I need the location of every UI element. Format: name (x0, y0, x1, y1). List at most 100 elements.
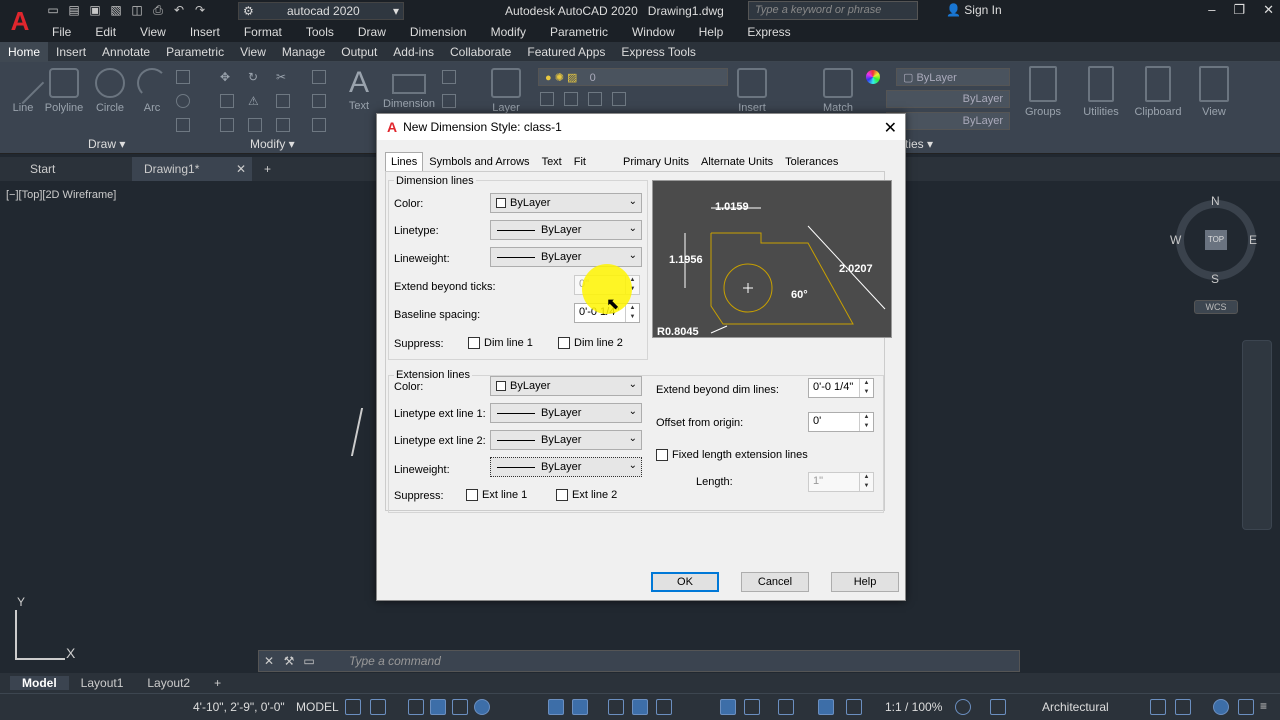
spinner-icon[interactable]: ▲ ▼ (859, 473, 873, 491)
groups-button[interactable]: Groups (1020, 66, 1066, 118)
minimize-icon[interactable]: – (1208, 2, 1215, 18)
menu-draw[interactable]: Draw (346, 25, 398, 39)
dim-line2-checkbox[interactable] (558, 337, 570, 349)
fillet-icon[interactable] (276, 94, 290, 108)
new-file-icon[interactable]: ▭ (46, 3, 60, 17)
annotation-visibility-icon[interactable] (818, 699, 834, 715)
close-tab-icon[interactable]: ✕ (236, 157, 246, 181)
infer-constraints-icon[interactable] (408, 699, 424, 715)
tab-fit[interactable]: Fit (568, 152, 617, 172)
tab-collaborate[interactable]: Collaborate (442, 42, 519, 62)
clean-screen-icon[interactable] (1238, 699, 1254, 715)
units-selector[interactable]: Architectural (1042, 700, 1109, 714)
arc-button[interactable]: Arc (136, 68, 168, 114)
command-input[interactable]: Type a command (349, 654, 441, 668)
menu-express[interactable]: Express (735, 25, 802, 39)
open-file-icon[interactable]: ▤ (67, 3, 81, 17)
extend-dim-input[interactable]: 0'-0 1/4" ▲ ▼ (808, 378, 874, 398)
close-command-icon[interactable]: ✕ (259, 654, 279, 668)
save-icon[interactable]: ▣ (88, 3, 102, 17)
close-icon[interactable]: ✕ (884, 118, 897, 138)
explode-icon[interactable] (312, 94, 326, 108)
command-history-icon[interactable]: ▭ (299, 654, 319, 668)
dim-color-dropdown[interactable]: ByLayer ⌄ (490, 193, 642, 213)
fixed-length-checkbox[interactable] (656, 449, 668, 461)
selection-filter-icon[interactable] (744, 699, 760, 715)
menu-modify[interactable]: Modify (479, 25, 538, 39)
menu-file[interactable]: File (40, 25, 83, 39)
ext-line1-checkbox[interactable] (466, 489, 478, 501)
tab-drawing1[interactable]: Drawing1* ✕ (132, 157, 252, 181)
ext-lt2-dropdown[interactable]: ByLayer ⌄ (490, 430, 642, 450)
transparency-icon[interactable] (632, 699, 648, 715)
color-dropdown[interactable]: ▢ ByLayer (896, 68, 1010, 86)
move-icon[interactable]: ✥ (220, 70, 234, 84)
ext-lineweight-dropdown[interactable]: ByLayer ⌄ (490, 457, 642, 477)
compass-east[interactable]: E (1249, 233, 1257, 247)
customize-status-icon[interactable]: ≡ (1260, 699, 1276, 715)
layer-isolate-icon[interactable] (612, 92, 626, 106)
viewcube[interactable]: TOP (1176, 200, 1256, 280)
rectangle-icon[interactable] (176, 70, 190, 84)
model-space-button[interactable]: MODEL (296, 700, 339, 714)
tab-add-ins[interactable]: Add-ins (385, 42, 442, 62)
layer-off-icon[interactable] (540, 92, 554, 106)
line-button[interactable]: Line (1, 61, 45, 114)
match-properties-button[interactable]: Match (816, 68, 860, 114)
workspace-gear-icon[interactable] (955, 699, 971, 715)
array-icon[interactable] (276, 118, 290, 132)
tab-output[interactable]: Output (333, 42, 385, 62)
help-button[interactable]: Help (831, 572, 899, 592)
panel-modify[interactable]: Modify ▾ (250, 137, 295, 151)
menu-parametric[interactable]: Parametric (538, 25, 620, 39)
insert-block-button[interactable]: Insert (732, 68, 772, 114)
offset-icon[interactable] (312, 118, 326, 132)
ext-line2-checkbox[interactable] (556, 489, 568, 501)
stretch-icon[interactable] (220, 118, 234, 132)
viewport-label[interactable]: [−][Top][2D Wireframe] (6, 189, 116, 201)
viewcube-top[interactable]: TOP (1205, 230, 1227, 250)
search-input[interactable]: Type a keyword or phrase (748, 1, 918, 20)
object-snap-tracking-icon[interactable] (572, 699, 588, 715)
workspace-switcher[interactable]: ⚙ autocad 2020 ▾ (238, 2, 404, 20)
tab-alternate-units[interactable]: Alternate Units (695, 152, 779, 172)
polar-tracking-icon[interactable] (474, 699, 490, 715)
layer-freeze-icon[interactable] (564, 92, 578, 106)
spinner-icon[interactable]: ▲ ▼ (859, 413, 873, 431)
offset-origin-input[interactable]: 0' ▲ ▼ (808, 412, 874, 432)
cancel-button[interactable]: Cancel (741, 572, 809, 592)
menu-window[interactable]: Window (620, 25, 687, 39)
add-layout-icon[interactable]: + (202, 676, 233, 690)
menu-view[interactable]: View (128, 25, 178, 39)
menu-tools[interactable]: Tools (294, 25, 346, 39)
compass-north[interactable]: N (1211, 194, 1220, 208)
tab-text[interactable]: Text (536, 152, 568, 172)
linetype-dropdown[interactable]: ByLayer (886, 90, 1010, 108)
gizmo-icon[interactable] (778, 699, 794, 715)
trim-icon[interactable]: ✂ (276, 70, 290, 84)
rotate-icon[interactable]: ↻ (248, 70, 262, 84)
ok-button[interactable]: OK (651, 572, 719, 592)
coordinates-readout[interactable]: 4'-10", 2'-9", 0'-0" (193, 700, 285, 714)
wcs-menu[interactable]: WCS (1194, 300, 1238, 314)
new-tab-icon[interactable]: + (252, 157, 283, 181)
grid-icon[interactable] (345, 699, 361, 715)
tab-model[interactable]: Model (10, 676, 69, 690)
spinner-icon[interactable]: ▲ ▼ (625, 304, 639, 322)
circle-button[interactable]: Circle (92, 68, 128, 114)
redo-icon[interactable]: ↷ (193, 3, 207, 17)
compass-west[interactable]: W (1170, 233, 1181, 247)
copy-icon[interactable] (220, 94, 234, 108)
menu-help[interactable]: Help (687, 25, 736, 39)
tab-view[interactable]: View (232, 42, 274, 62)
leader-icon[interactable] (442, 70, 456, 84)
mirror-icon[interactable]: ⚠ (248, 94, 262, 108)
tab-tolerances[interactable]: Tolerances (779, 152, 844, 172)
undo-icon[interactable]: ↶ (172, 3, 186, 17)
tab-start[interactable]: Start (0, 157, 132, 181)
ext-color-dropdown[interactable]: ByLayer ⌄ (490, 376, 642, 396)
layer-dropdown[interactable]: ● ✺ ▨ 0 (538, 68, 728, 86)
print-icon[interactable]: ⎙ (151, 3, 165, 17)
selection-cycling-icon[interactable] (656, 699, 672, 715)
clipboard-button[interactable]: Clipboard (1130, 66, 1186, 118)
